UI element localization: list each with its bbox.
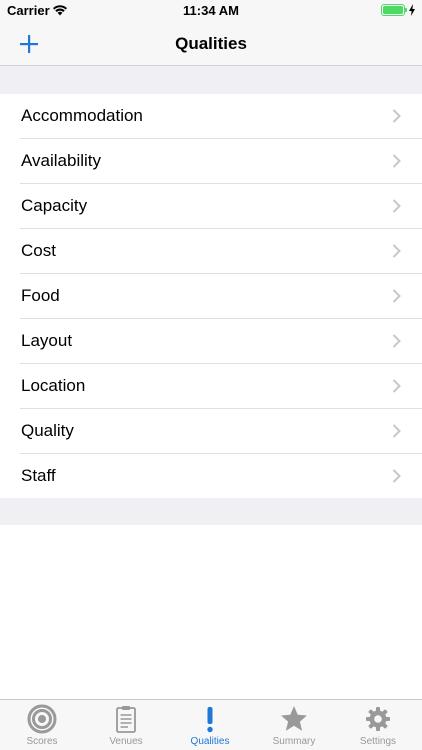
chevron-right-icon [392,244,401,258]
star-icon [281,706,307,731]
quality-row-accommodation[interactable]: Accommodation [0,94,422,139]
clipboard-icon [116,706,136,733]
battery-icon [381,4,405,16]
chevron-right-icon [392,154,401,168]
tab-label: Venues [109,736,143,747]
chevron-right-icon [392,424,401,438]
navigation-bar: Qualities [0,22,422,66]
tab-summary[interactable]: Summary [252,700,336,750]
quality-row-cost[interactable]: Cost [0,229,422,274]
chevron-right-icon [392,334,401,348]
quality-label: Food [21,286,60,305]
quality-label: Location [21,376,86,395]
exclamation-icon [207,707,213,733]
quality-label: Accommodation [21,106,143,125]
charging-bolt-icon [409,4,415,16]
chevron-right-icon [392,379,401,393]
tab-scores[interactable]: Scores [0,700,84,750]
tab-label: Settings [359,736,397,747]
quality-label: Cost [21,241,56,260]
qualities-list-area: Accommodation Availability Capacity Cost… [0,66,422,699]
tab-venues[interactable]: Venues [84,700,168,750]
tab-bar: Scores Venues Qualities Summary Settings [0,699,422,750]
tab-label: Scores [26,736,58,747]
battery-tip [405,8,407,12]
section-footer-spacer [0,498,422,525]
target-icon [27,704,57,734]
clock-label: 11:34 AM [183,3,239,18]
quality-row-availability[interactable]: Availability [0,139,422,184]
quality-row-layout[interactable]: Layout [0,319,422,364]
quality-label: Quality [21,421,74,440]
chevron-right-icon [392,469,401,483]
quality-label: Layout [21,331,73,350]
tab-qualities[interactable]: Qualities [168,700,252,750]
chevron-right-icon [392,289,401,303]
quality-row-location[interactable]: Location [0,364,422,409]
qualities-table: Accommodation Availability Capacity Cost… [0,94,422,499]
section-header-spacer [0,66,422,94]
quality-row-quality[interactable]: Quality [0,409,422,454]
quality-row-staff[interactable]: Staff [0,454,422,499]
quality-label: Availability [21,151,102,170]
quality-row-capacity[interactable]: Capacity [0,184,422,229]
gear-icon [366,707,390,731]
tab-label: Qualities [190,736,230,747]
tab-label: Summary [272,736,316,747]
quality-row-food[interactable]: Food [0,274,422,319]
chevron-right-icon [392,109,401,123]
tab-settings[interactable]: Settings [336,700,420,750]
chevron-right-icon [392,199,401,213]
quality-label: Staff [21,466,56,485]
page-title: Qualities [175,34,247,53]
quality-label: Capacity [21,196,88,215]
status-bar: Carrier 11:34 AM [0,0,422,22]
